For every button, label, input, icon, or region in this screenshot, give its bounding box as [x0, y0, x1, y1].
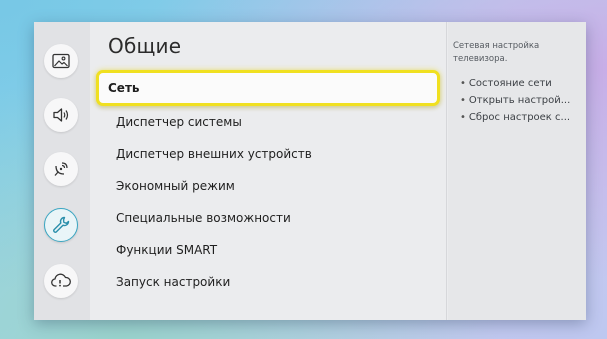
wrench-icon — [51, 215, 71, 235]
menu-item-label: Специальные возможности — [116, 211, 291, 225]
settings-main-area: Общие Сеть Диспетчер системы Диспетчер в… — [90, 22, 446, 320]
settings-panel: Общие Сеть Диспетчер системы Диспетчер в… — [34, 22, 586, 320]
menu-item-start-setup[interactable]: Запуск настройки — [104, 268, 434, 296]
sidebar-item-sound[interactable] — [44, 98, 78, 132]
info-panel: Сетевая настройка телевизора. Состояние … — [448, 22, 586, 320]
info-description: Сетевая настройка телевизора. — [453, 41, 540, 64]
menu-item-label: Диспетчер системы — [116, 115, 242, 129]
sidebar-item-general[interactable] — [44, 208, 78, 242]
menu-item-network[interactable]: Сеть — [96, 70, 440, 106]
sidebar-item-broadcast[interactable] — [44, 152, 78, 186]
info-bullet: Сброс настроек с... — [460, 109, 584, 126]
info-bullet: Состояние сети — [460, 75, 584, 92]
menu-item-eco-mode[interactable]: Экономный режим — [104, 172, 434, 200]
menu-item-label: Диспетчер внешних устройств — [116, 147, 312, 161]
sound-icon — [52, 107, 70, 123]
menu-item-smart-features[interactable]: Функции SMART — [104, 236, 434, 264]
support-icon — [51, 272, 71, 290]
category-sidebar — [34, 22, 90, 320]
menu-item-system-manager[interactable]: Диспетчер системы — [104, 108, 434, 136]
menu-item-label: Экономный режим — [116, 179, 235, 193]
menu-item-external-device-manager[interactable]: Диспетчер внешних устройств — [104, 140, 434, 168]
sidebar-item-picture[interactable] — [44, 44, 78, 78]
menu-item-label: Функции SMART — [116, 243, 218, 257]
menu-item-label: Запуск настройки — [116, 275, 231, 289]
menu-item-label: Сеть — [108, 81, 140, 95]
menu-item-accessibility[interactable]: Специальные возможности — [104, 204, 434, 232]
info-bullet: Открыть настрой... — [460, 92, 584, 109]
broadcast-icon — [52, 160, 70, 178]
panel-divider — [446, 22, 447, 320]
info-bullet-list: Состояние сети Открыть настрой... Сброс … — [460, 75, 584, 126]
page-title: Общие — [108, 34, 182, 58]
picture-icon — [52, 53, 70, 69]
sidebar-item-support[interactable] — [44, 264, 78, 298]
